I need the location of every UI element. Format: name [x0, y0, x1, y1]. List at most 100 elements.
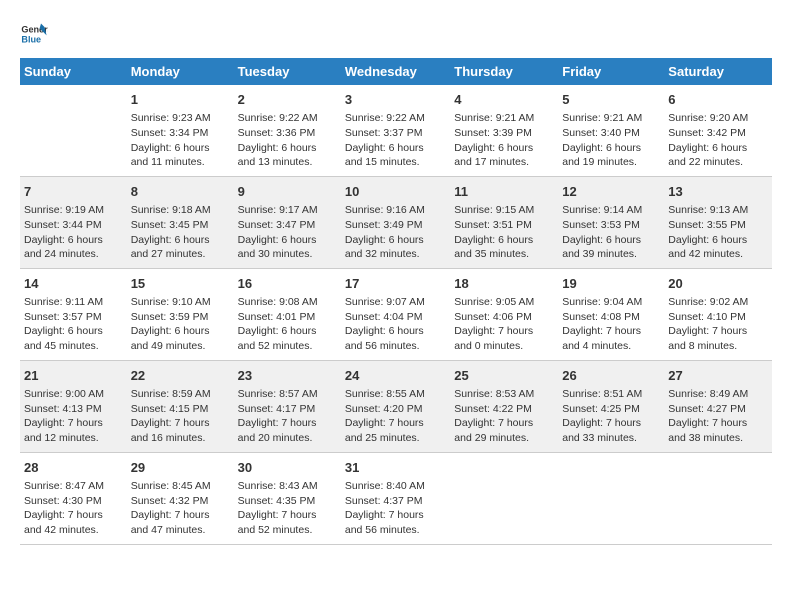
cell-line: Daylight: 7 hours — [668, 416, 768, 431]
week-row-3: 14Sunrise: 9:11 AMSunset: 3:57 PMDayligh… — [20, 268, 772, 360]
cell-line: Sunset: 3:44 PM — [24, 218, 123, 233]
calendar-cell: 12Sunrise: 9:14 AMSunset: 3:53 PMDayligh… — [558, 176, 664, 268]
day-number: 14 — [24, 275, 123, 293]
day-number: 24 — [345, 367, 446, 385]
calendar-cell: 8Sunrise: 9:18 AMSunset: 3:45 PMDaylight… — [127, 176, 234, 268]
cell-line: Sunrise: 8:40 AM — [345, 479, 446, 494]
calendar-cell — [20, 85, 127, 176]
calendar-cell — [558, 452, 664, 544]
cell-line: Daylight: 7 hours — [562, 324, 660, 339]
logo: General Blue — [20, 20, 48, 48]
cell-line: and 11 minutes. — [131, 155, 230, 170]
cell-line: and 42 minutes. — [24, 523, 123, 538]
cell-line: and 30 minutes. — [238, 247, 337, 262]
cell-line: Daylight: 6 hours — [24, 233, 123, 248]
calendar-cell: 26Sunrise: 8:51 AMSunset: 4:25 PMDayligh… — [558, 360, 664, 452]
cell-line: and 56 minutes. — [345, 339, 446, 354]
cell-line: and 24 minutes. — [24, 247, 123, 262]
cell-line: Sunset: 3:47 PM — [238, 218, 337, 233]
cell-line: and 15 minutes. — [345, 155, 446, 170]
cell-line: Daylight: 6 hours — [131, 324, 230, 339]
cell-line: and 16 minutes. — [131, 431, 230, 446]
calendar-cell: 25Sunrise: 8:53 AMSunset: 4:22 PMDayligh… — [450, 360, 558, 452]
calendar-cell: 11Sunrise: 9:15 AMSunset: 3:51 PMDayligh… — [450, 176, 558, 268]
day-number: 5 — [562, 91, 660, 109]
cell-line: Sunrise: 9:04 AM — [562, 295, 660, 310]
cell-line: and 56 minutes. — [345, 523, 446, 538]
cell-line: and 19 minutes. — [562, 155, 660, 170]
day-number: 25 — [454, 367, 554, 385]
cell-line: and 47 minutes. — [131, 523, 230, 538]
cell-line: Daylight: 7 hours — [345, 416, 446, 431]
cell-line: and 8 minutes. — [668, 339, 768, 354]
cell-line: Sunrise: 8:43 AM — [238, 479, 337, 494]
cell-line: Daylight: 6 hours — [454, 233, 554, 248]
cell-line: and 17 minutes. — [454, 155, 554, 170]
calendar-cell: 13Sunrise: 9:13 AMSunset: 3:55 PMDayligh… — [664, 176, 772, 268]
cell-line: Daylight: 7 hours — [454, 324, 554, 339]
cell-line: and 38 minutes. — [668, 431, 768, 446]
cell-line: Sunrise: 9:11 AM — [24, 295, 123, 310]
cell-line: and 32 minutes. — [345, 247, 446, 262]
day-number: 6 — [668, 91, 768, 109]
calendar-cell: 29Sunrise: 8:45 AMSunset: 4:32 PMDayligh… — [127, 452, 234, 544]
calendar-cell: 17Sunrise: 9:07 AMSunset: 4:04 PMDayligh… — [341, 268, 450, 360]
cell-line: and 0 minutes. — [454, 339, 554, 354]
cell-line: Sunrise: 9:21 AM — [562, 111, 660, 126]
calendar-cell: 30Sunrise: 8:43 AMSunset: 4:35 PMDayligh… — [234, 452, 341, 544]
cell-line: Daylight: 7 hours — [131, 508, 230, 523]
cell-line: Sunrise: 9:20 AM — [668, 111, 768, 126]
cell-line: Sunset: 3:45 PM — [131, 218, 230, 233]
cell-line: Daylight: 6 hours — [238, 233, 337, 248]
cell-line: Daylight: 7 hours — [562, 416, 660, 431]
day-number: 18 — [454, 275, 554, 293]
cell-line: Daylight: 6 hours — [345, 324, 446, 339]
cell-line: Sunrise: 9:10 AM — [131, 295, 230, 310]
calendar-cell: 9Sunrise: 9:17 AMSunset: 3:47 PMDaylight… — [234, 176, 341, 268]
cell-line: Sunset: 3:40 PM — [562, 126, 660, 141]
cell-line: Sunrise: 8:57 AM — [238, 387, 337, 402]
day-number: 15 — [131, 275, 230, 293]
day-number: 7 — [24, 183, 123, 201]
cell-line: Sunset: 4:15 PM — [131, 402, 230, 417]
cell-line: and 29 minutes. — [454, 431, 554, 446]
calendar-cell: 24 Sunrise: 8:55 AMSunset: 4:20 PMDayligh… — [341, 360, 450, 452]
calendar-cell: 22Sunrise: 8:59 AMSunset: 4:15 PMDayligh… — [127, 360, 234, 452]
calendar-cell: 14Sunrise: 9:11 AMSunset: 3:57 PMDayligh… — [20, 268, 127, 360]
cell-line: Sunrise: 9:22 AM — [238, 111, 337, 126]
cell-line: Daylight: 7 hours — [454, 416, 554, 431]
cell-line: Sunset: 3:49 PM — [345, 218, 446, 233]
cell-line: Sunrise: 8:55 AM — [345, 387, 446, 402]
cell-line: Sunset: 3:51 PM — [454, 218, 554, 233]
cell-line: Daylight: 7 hours — [668, 324, 768, 339]
cell-line: Sunset: 3:39 PM — [454, 126, 554, 141]
cell-line: Sunrise: 9:21 AM — [454, 111, 554, 126]
cell-line: Sunset: 4:27 PM — [668, 402, 768, 417]
cell-line: Daylight: 6 hours — [131, 141, 230, 156]
day-number: 13 — [668, 183, 768, 201]
week-row-5: 28Sunrise: 8:47 AMSunset: 4:30 PMDayligh… — [20, 452, 772, 544]
column-header-wednesday: Wednesday — [341, 58, 450, 85]
cell-line: Daylight: 6 hours — [454, 141, 554, 156]
cell-line: and 35 minutes. — [454, 247, 554, 262]
cell-line: and 20 minutes. — [238, 431, 337, 446]
cell-line: Daylight: 6 hours — [238, 141, 337, 156]
cell-line: Sunset: 4:06 PM — [454, 310, 554, 325]
cell-line: Sunset: 3:59 PM — [131, 310, 230, 325]
cell-line: Sunset: 4:20 PM — [345, 402, 446, 417]
logo-icon: General Blue — [20, 20, 48, 48]
cell-line: Daylight: 6 hours — [562, 233, 660, 248]
calendar-table: SundayMondayTuesdayWednesdayThursdayFrid… — [20, 58, 772, 545]
column-header-tuesday: Tuesday — [234, 58, 341, 85]
day-number: 26 — [562, 367, 660, 385]
column-header-monday: Monday — [127, 58, 234, 85]
cell-line: Sunrise: 8:53 AM — [454, 387, 554, 402]
column-header-sunday: Sunday — [20, 58, 127, 85]
day-number: 3 — [345, 91, 446, 109]
calendar-cell: 16Sunrise: 9:08 AMSunset: 4:01 PMDayligh… — [234, 268, 341, 360]
cell-line: Sunset: 4:13 PM — [24, 402, 123, 417]
cell-line: and 39 minutes. — [562, 247, 660, 262]
cell-line: Sunset: 3:34 PM — [131, 126, 230, 141]
day-number: 12 — [562, 183, 660, 201]
week-row-2: 7Sunrise: 9:19 AMSunset: 3:44 PMDaylight… — [20, 176, 772, 268]
